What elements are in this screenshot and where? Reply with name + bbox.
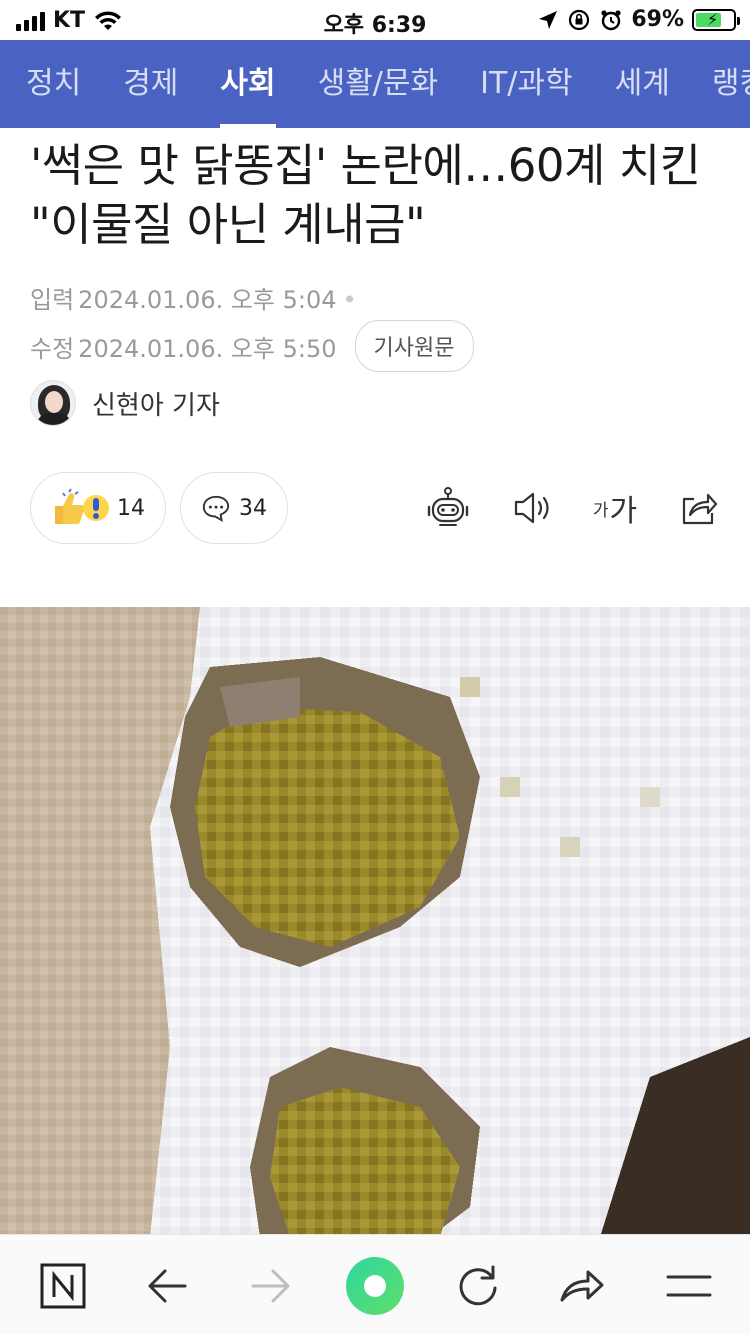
- text-to-speech-button[interactable]: [510, 486, 554, 530]
- article-headline: '썩은 맛 닭똥집' 논란에…60계 치킨 "이물질 아닌 계내금": [30, 139, 701, 251]
- font-large-label: 가: [609, 494, 638, 529]
- edit-label: 수정: [30, 334, 75, 363]
- green-dot-icon: [346, 1257, 404, 1315]
- refresh-button[interactable]: [453, 1261, 503, 1311]
- comment-count: 34: [239, 495, 267, 521]
- comment-button[interactable]: 34: [180, 472, 288, 544]
- category-tab[interactable]: 사회: [199, 40, 296, 128]
- category-tab[interactable]: 생활/문화: [297, 40, 460, 128]
- share-button[interactable]: [676, 486, 720, 530]
- robot-icon: [427, 487, 469, 526]
- reporter-info[interactable]: 신현아 기자: [30, 380, 220, 426]
- green-dot-button[interactable]: [343, 1254, 407, 1318]
- naver-n-icon: [40, 1263, 86, 1309]
- font-size-button[interactable]: 가가: [590, 486, 640, 530]
- article-actions: 14 34 가가: [30, 472, 720, 546]
- browser-share-button[interactable]: [557, 1261, 607, 1311]
- location-arrow-icon: [539, 10, 558, 29]
- forward-button[interactable]: [246, 1261, 296, 1311]
- back-button[interactable]: [142, 1261, 192, 1311]
- category-tab[interactable]: IT/과학: [459, 40, 593, 128]
- share-icon: [682, 493, 718, 525]
- naver-home-button[interactable]: [38, 1261, 88, 1311]
- battery-percent: 69%: [631, 7, 684, 32]
- category-tab[interactable]: 세계: [594, 40, 691, 128]
- original-article-button[interactable]: 기사원문: [354, 320, 474, 372]
- mosaic-image: [0, 607, 750, 1237]
- reaction-count: 14: [117, 495, 145, 521]
- reporter-name: 신현아 기자: [92, 390, 220, 421]
- category-tab[interactable]: 정치: [0, 40, 102, 128]
- comment-bubble-icon: [202, 495, 230, 522]
- status-right: 69% ⚡: [537, 7, 740, 32]
- share-arrow-icon: [560, 1270, 604, 1302]
- refresh-icon: [459, 1265, 497, 1306]
- article-photo[interactable]: [0, 607, 750, 1237]
- speaker-icon: [514, 492, 549, 524]
- category-list: 정치경제사회생활/문화IT/과학세계랭킹: [0, 40, 750, 128]
- orientation-lock-icon: [569, 9, 590, 30]
- category-tab[interactable]: 경제: [102, 40, 199, 128]
- battery-icon: ⚡: [692, 8, 740, 31]
- alarm-icon: [601, 9, 621, 30]
- input-label: 입력: [30, 286, 75, 314]
- menu-icon: [666, 1275, 712, 1297]
- edit-date-row: 수정 2024.01.06. 오후 5:50 기사원문: [30, 320, 474, 372]
- edit-time: 2024.01.06. 오후 5:50: [78, 334, 337, 363]
- menu-button[interactable]: [664, 1261, 714, 1311]
- separator-dot: •: [342, 286, 357, 314]
- back-arrow-icon: [148, 1269, 187, 1303]
- category-nav: 정치경제사회생활/문화IT/과학세계랭킹: [0, 40, 750, 128]
- reaction-button[interactable]: 14: [30, 472, 166, 544]
- reporter-avatar: [30, 380, 76, 426]
- input-time: 2024.01.06. 오후 5:04: [78, 286, 337, 314]
- category-tab[interactable]: 랭킹: [691, 40, 750, 128]
- browser-toolbar: [0, 1234, 750, 1334]
- reaction-emoji-icon: [55, 488, 109, 524]
- forward-arrow-icon: [251, 1269, 290, 1303]
- input-date-row: 입력 2024.01.06. 오후 5:04 •: [30, 280, 357, 315]
- font-small-label: 가: [592, 500, 609, 521]
- ai-summary-button[interactable]: [426, 486, 470, 530]
- status-bar: KT 오후 6:39 69% ⚡: [0, 0, 750, 40]
